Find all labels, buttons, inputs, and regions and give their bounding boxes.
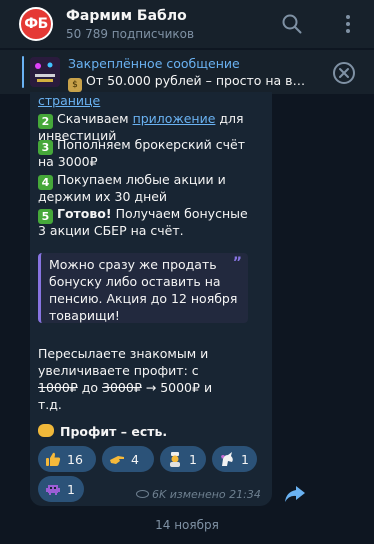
unicorn-icon	[219, 451, 235, 467]
channel-title[interactable]: Фармим Бабло	[66, 8, 187, 24]
message-line: Пересылаете знакомым и	[38, 346, 209, 361]
alien-monster-icon	[45, 481, 61, 497]
money-bag-icon: $	[68, 78, 82, 92]
message-line: 3 акции СБЕР на счёт.	[38, 223, 184, 238]
page-link[interactable]: странице	[38, 93, 100, 108]
message-line: т.д.	[38, 397, 62, 412]
message-line: 1000₽ до 3000₽ → 5000₽ и	[38, 380, 213, 395]
reaction-unicorn[interactable]: 1	[212, 446, 257, 472]
pinned-text: $ От 50.000 рублей – просто на выпу…	[68, 73, 308, 92]
more-vertical-icon[interactable]	[336, 12, 360, 36]
subscriber-count: 50 789 подписчиков	[66, 27, 195, 41]
date-separator: 14 ноября	[155, 518, 219, 532]
quote-line: товарищи!	[49, 308, 120, 323]
app-link[interactable]: приложение	[133, 111, 216, 126]
close-circle-icon[interactable]	[333, 62, 355, 84]
search-icon[interactable]	[280, 12, 304, 36]
chat-header: ФБ Фармим Бабло 50 789 подписчиков	[0, 0, 374, 48]
hand-point-icon	[109, 451, 125, 467]
quote-line: пенсию. Акция до 12 ноября	[49, 291, 238, 306]
reaction-hand-point[interactable]: 4	[102, 446, 154, 472]
message-meta: 6K изменено 21:34	[136, 488, 261, 501]
pinned-indicator	[22, 56, 24, 88]
share-icon[interactable]	[283, 483, 307, 505]
cook-icon	[167, 451, 183, 467]
quote-block: ” Можно сразу же продать бонуску либо ос…	[38, 253, 248, 323]
quote-icon: ”	[232, 255, 242, 271]
channel-avatar[interactable]: ФБ	[19, 7, 53, 41]
pinned-thumbnail	[30, 57, 60, 87]
reaction-thumbs-up[interactable]: 16	[38, 446, 96, 472]
reaction-cook[interactable]: 1	[160, 446, 206, 472]
message-line: на 3000₽	[38, 154, 98, 169]
quote-line: бонуску либо оставить на	[49, 274, 221, 289]
handshake-icon	[38, 424, 54, 437]
pinned-title: Закреплённое сообщение	[68, 56, 240, 71]
reaction-alien-monster[interactable]: 1	[38, 476, 84, 502]
views-eye-icon	[136, 490, 149, 498]
thumbs-up-icon	[45, 451, 61, 467]
message-line: увеличиваете профит: с	[38, 363, 199, 378]
pinned-message-bar[interactable]: Закреплённое сообщение $ От 50.000 рублей…	[0, 50, 374, 94]
message-line: Профит – есть.	[38, 423, 167, 440]
quote-line: Можно сразу же продать	[49, 257, 217, 272]
message-line: держим их 30 дней	[38, 189, 168, 204]
message-line: странице	[38, 92, 100, 109]
